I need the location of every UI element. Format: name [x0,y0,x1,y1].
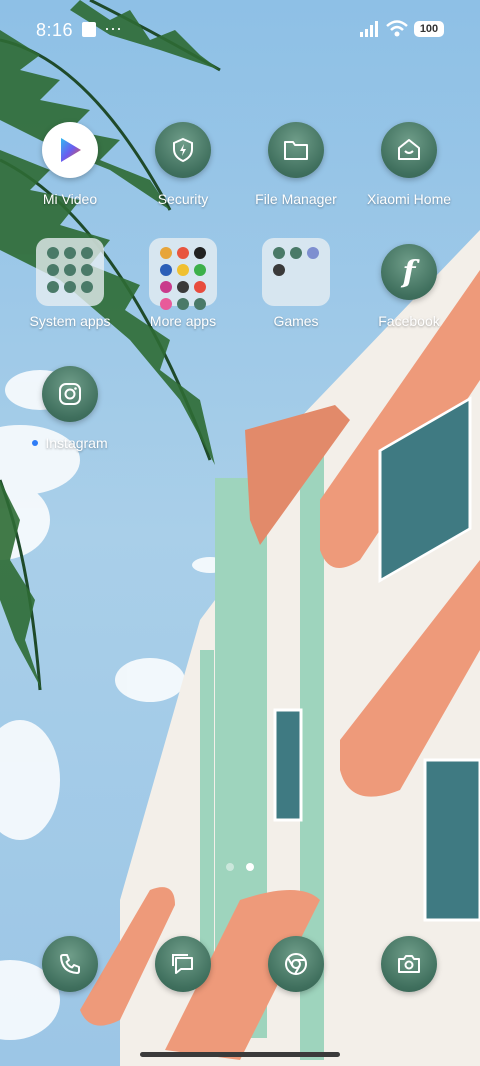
app-label: System apps [29,313,111,329]
folder-mini-app-icon [47,247,59,259]
folder-mini-app-icon [194,247,206,259]
app-label: Instagram [14,435,126,451]
shield-bolt-icon [155,122,211,178]
folder-mini-app-icon [177,264,189,276]
more-notifications-icon: ··· [104,18,122,38]
app-label: Games [273,313,319,329]
app-label: Facebook [378,313,440,329]
dock-messages[interactable] [127,936,239,992]
folder-mini-app-icon [160,281,172,293]
folder-mini-app-icon [64,264,76,276]
dock-chrome[interactable] [240,936,352,992]
folder-mini-app-icon [47,264,59,276]
folder-mini-app-icon [290,247,302,259]
status-time: 8:16 [36,20,74,40]
signal-icon [360,21,378,37]
mi-video-play-icon [42,122,98,178]
app-folder-games[interactable]: Games [240,238,352,329]
app-label: Security [157,191,209,207]
folder-mini-app-icon [47,281,59,293]
home-gesture-bar[interactable] [140,1052,340,1057]
folder-mini-app-icon [64,281,76,293]
camera-icon [381,936,437,992]
folder-mini-app-icon [307,247,319,259]
camera-square-icon [42,366,98,422]
folder-mini-app-icon [160,264,172,276]
folder-mini-app-icon [81,247,93,259]
message-icon [155,936,211,992]
dock-camera[interactable] [353,936,465,992]
app-xiaomi-home[interactable]: Xiaomi Home [353,122,465,207]
folder-mini-app-icon [273,264,285,276]
app-label: Xiaomi Home [366,191,452,207]
folder-mini-app-icon [81,264,93,276]
app-label: File Manager [255,191,337,207]
folder-mini-app-icon [194,281,206,293]
folder-mini-app-icon [160,298,172,310]
status-bar: 8:16 ··· 100 [0,0,480,60]
folder-grid-icon [36,238,104,306]
folder-mini-app-icon [273,247,285,259]
app-folder-more-apps[interactable]: More apps [127,238,239,329]
app-instagram[interactable]: Instagram [14,366,126,451]
chrome-icon [268,936,324,992]
wifi-icon [386,20,408,37]
app-mi-video[interactable]: Mi Video [14,122,126,207]
dock-phone[interactable] [14,936,126,992]
app-folder-system-apps[interactable]: System apps [14,238,126,329]
phone-icon [42,936,98,992]
folder-icon [268,122,324,178]
page-indicator [224,863,256,873]
page-dot-active[interactable] [246,863,254,871]
app-file-manager[interactable]: File Manager [240,122,352,207]
folder-grid-icon [262,238,330,306]
smile-home-icon [381,122,437,178]
new-install-badge [32,440,39,447]
page-dot[interactable] [226,863,234,871]
folder-mini-app-icon [81,281,93,293]
folder-mini-app-icon [194,298,206,310]
facebook-f-icon: f [381,244,437,300]
notification-icon [82,22,96,37]
folder-mini-app-icon [177,247,189,259]
app-label: Mi Video [42,191,98,207]
folder-mini-app-icon [194,264,206,276]
folder-grid-icon [149,238,217,310]
folder-mini-app-icon [177,281,189,293]
app-facebook[interactable]: f Facebook [353,244,465,329]
folder-mini-app-icon [160,247,172,259]
app-security[interactable]: Security [127,122,239,207]
folder-mini-app-icon [177,298,189,310]
folder-mini-app-icon [64,247,76,259]
battery-indicator: 100 [414,21,444,37]
app-label: More apps [149,313,217,329]
